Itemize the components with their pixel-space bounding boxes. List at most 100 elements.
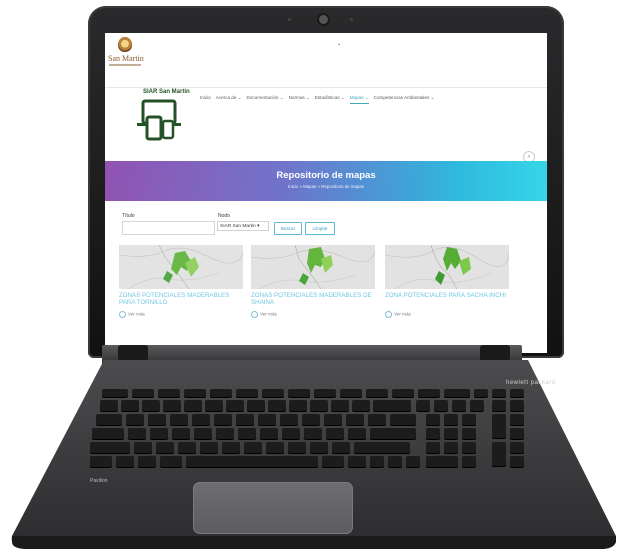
key[interactable]: [348, 428, 366, 439]
nav-item-mapas[interactable]: Mapas ⌄: [349, 95, 369, 104]
key[interactable]: [289, 400, 307, 411]
key[interactable]: [390, 414, 416, 425]
key[interactable]: [236, 389, 258, 397]
nav-item-estadisticas[interactable]: Estadísticas ⌄: [315, 95, 345, 104]
key[interactable]: [354, 442, 410, 453]
key[interactable]: [352, 400, 370, 411]
key[interactable]: [462, 442, 476, 453]
key[interactable]: [366, 389, 388, 397]
key[interactable]: [462, 428, 476, 439]
key[interactable]: [444, 389, 470, 397]
key[interactable]: [116, 456, 134, 467]
key[interactable]: [90, 442, 130, 453]
key[interactable]: [160, 456, 182, 467]
key[interactable]: [200, 442, 218, 453]
key[interactable]: [370, 428, 416, 439]
key[interactable]: [510, 456, 524, 467]
key[interactable]: [96, 414, 122, 425]
see-more-link[interactable]: Ver más: [385, 311, 411, 318]
key[interactable]: [510, 400, 524, 411]
key[interactable]: [236, 414, 254, 425]
key[interactable]: [184, 400, 202, 411]
breadcrumb[interactable]: Inicio » Mapas » Repositorio de mapas: [105, 184, 547, 189]
chevron-down-icon[interactable]: ⌄: [337, 41, 341, 47]
key[interactable]: [418, 389, 440, 397]
key[interactable]: [510, 389, 524, 397]
key[interactable]: [331, 400, 349, 411]
key[interactable]: [288, 389, 310, 397]
key[interactable]: [326, 428, 344, 439]
key[interactable]: [426, 414, 440, 425]
key[interactable]: [324, 414, 342, 425]
key[interactable]: [178, 442, 196, 453]
map-thumbnail[interactable]: [119, 245, 243, 289]
key[interactable]: [205, 400, 223, 411]
key[interactable]: [268, 400, 286, 411]
key[interactable]: [346, 414, 364, 425]
key[interactable]: [332, 442, 350, 453]
key[interactable]: [132, 389, 154, 397]
nav-item-inicio[interactable]: Inicio: [200, 95, 211, 104]
key[interactable]: [260, 428, 278, 439]
key[interactable]: [510, 428, 524, 439]
key[interactable]: [322, 456, 344, 467]
key[interactable]: [170, 414, 188, 425]
key[interactable]: [426, 456, 458, 467]
key[interactable]: [238, 428, 256, 439]
node-select[interactable]: SIAR San Martin ▾: [217, 221, 269, 231]
key[interactable]: [226, 400, 244, 411]
key[interactable]: [434, 400, 448, 411]
key[interactable]: [262, 389, 284, 397]
key[interactable]: [100, 400, 118, 411]
key[interactable]: [288, 442, 306, 453]
key[interactable]: [282, 428, 300, 439]
key[interactable]: [302, 414, 320, 425]
title-input[interactable]: [122, 221, 215, 235]
key[interactable]: [150, 428, 168, 439]
key[interactable]: [280, 414, 298, 425]
spacebar[interactable]: [186, 456, 318, 467]
key[interactable]: [492, 414, 506, 438]
key[interactable]: [138, 456, 156, 467]
key[interactable]: [92, 428, 124, 439]
search-button[interactable]: Buscar: [274, 222, 302, 235]
key[interactable]: [310, 442, 328, 453]
key[interactable]: [172, 428, 190, 439]
key[interactable]: [310, 400, 328, 411]
key[interactable]: [156, 442, 174, 453]
card-title[interactable]: ZONA POTENCIALES PARA SACHA INCHI: [385, 292, 509, 299]
map-thumbnail[interactable]: [385, 245, 509, 289]
key[interactable]: [163, 400, 181, 411]
key[interactable]: [426, 442, 440, 453]
nav-item-normas[interactable]: Normas ⌄: [289, 95, 310, 104]
key[interactable]: [314, 389, 336, 397]
key[interactable]: [510, 442, 524, 453]
key[interactable]: [184, 389, 206, 397]
key[interactable]: [392, 389, 414, 397]
card-title[interactable]: ZONAS POTENCIALES MADERABLES PARA TORNIL…: [119, 292, 243, 306]
key[interactable]: [258, 414, 276, 425]
key[interactable]: [102, 389, 128, 397]
key[interactable]: [492, 400, 506, 411]
key[interactable]: [388, 456, 402, 467]
nav-item-acerca[interactable]: Acerca de ⌄: [216, 95, 242, 104]
key[interactable]: [444, 428, 458, 439]
key[interactable]: [134, 442, 152, 453]
map-thumbnail[interactable]: [251, 245, 375, 289]
key[interactable]: [492, 442, 506, 466]
key[interactable]: [510, 414, 524, 425]
key[interactable]: [373, 400, 411, 411]
key[interactable]: [444, 442, 458, 453]
see-more-link[interactable]: Ver más: [251, 311, 277, 318]
see-more-link[interactable]: Ver más: [119, 311, 145, 318]
key[interactable]: [158, 389, 180, 397]
key[interactable]: [492, 389, 506, 397]
key[interactable]: [368, 414, 386, 425]
san-martin-logo[interactable]: San Martin: [108, 37, 144, 71]
key[interactable]: [142, 400, 160, 411]
key[interactable]: [462, 414, 476, 425]
key[interactable]: [452, 400, 466, 411]
key[interactable]: [247, 400, 265, 411]
key[interactable]: [194, 428, 212, 439]
key[interactable]: [426, 428, 440, 439]
